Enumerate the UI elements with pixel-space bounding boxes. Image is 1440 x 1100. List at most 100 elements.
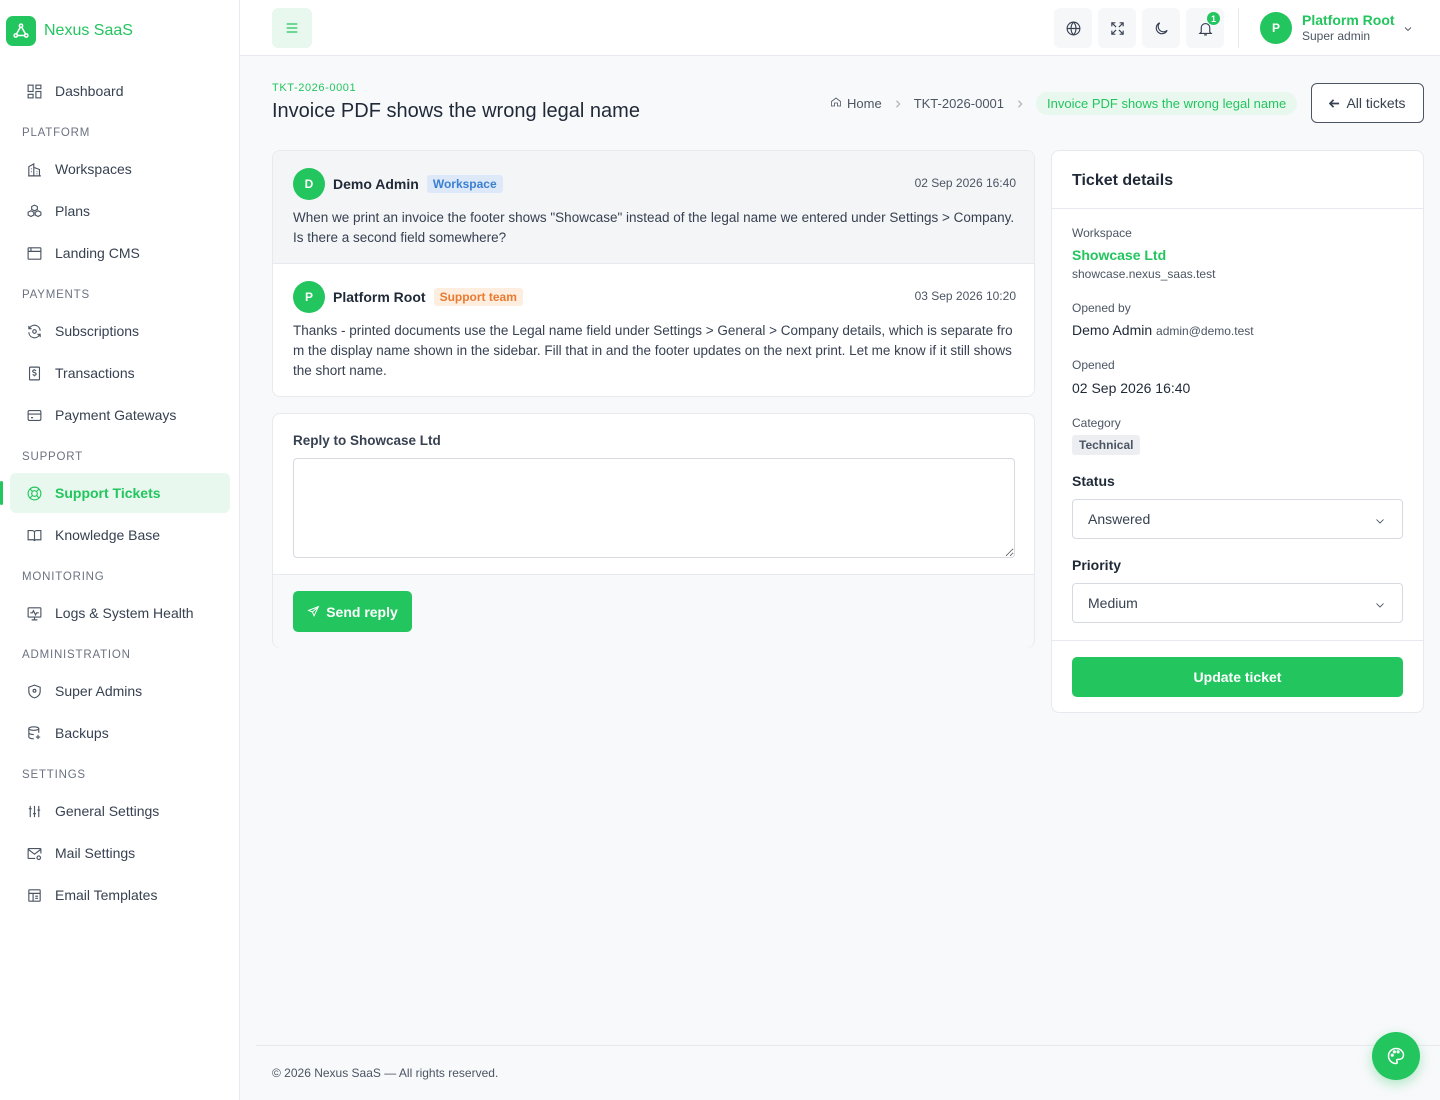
language-button[interactable] [1054, 8, 1092, 48]
details-title: Ticket details [1072, 172, 1174, 189]
topbar-divider [1238, 8, 1239, 48]
sidebar-item-transactions[interactable]: Transactions [10, 353, 230, 393]
divider [1052, 208, 1423, 209]
workspace-label: Workspace [1072, 226, 1132, 240]
sidebar-section-monitoring: MONITORING [22, 571, 105, 583]
breadcrumb-home[interactable]: Home [847, 96, 882, 111]
sidebar-nav: Dashboard PLATFORM Workspaces Plans Land… [0, 70, 240, 917]
priority-label: Priority [1072, 557, 1122, 573]
sidebar-item-general-settings[interactable]: General Settings [10, 791, 230, 831]
topbar: 1 P Platform Root Super admin [240, 0, 1440, 56]
opened-by-name: Demo Admin [1072, 322, 1153, 338]
sidebar-item-payment-gateways[interactable]: Payment Gateways [10, 395, 230, 435]
database-icon [28, 725, 41, 739]
author-role-badge: Support team [433, 288, 523, 306]
status-select[interactable]: Answered [1072, 499, 1403, 539]
sidebar-item-logs[interactable]: Logs & System Health [10, 593, 230, 633]
menu-toggle-button[interactable] [272, 8, 312, 48]
send-reply-button[interactable]: Send reply [293, 591, 412, 632]
category-label: Category [1072, 416, 1121, 430]
opened-by-value: Demo Admin admin@demo.test [1072, 322, 1254, 338]
sidebar-item-label: Plans [55, 203, 91, 219]
sidebar-item-label: Landing CMS [55, 245, 140, 261]
avatar: P [1260, 12, 1292, 44]
refresh-icon [28, 324, 41, 338]
reply-footer: Send reply [273, 574, 1034, 648]
message-item: D Demo Admin Workspace 02 Sep 2026 16:40… [273, 151, 1034, 264]
home-icon [830, 96, 847, 111]
sidebar-item-knowledge-base[interactable]: Knowledge Base [10, 515, 230, 555]
sidebar-item-super-admins[interactable]: Super Admins [10, 671, 230, 711]
status-select-value: Answered [1088, 511, 1151, 527]
reply-textarea[interactable] [293, 458, 1015, 558]
all-tickets-label: All tickets [1346, 95, 1406, 111]
send-icon [307, 605, 320, 618]
shield-icon [28, 684, 41, 698]
sidebar-item-support-tickets[interactable]: Support Tickets [0, 473, 230, 513]
opened-by-email: admin@demo.test [1156, 324, 1254, 338]
book-icon [27, 529, 42, 541]
theme-toggle-button[interactable] [1142, 8, 1180, 48]
notifications-button[interactable]: 1 [1186, 8, 1224, 48]
reply-label: Reply to Showcase Ltd [293, 433, 441, 448]
send-reply-label: Send reply [326, 603, 398, 620]
sidebar-item-dashboard[interactable]: Dashboard [10, 71, 230, 111]
sidebar-item-label: Workspaces [55, 161, 132, 177]
mail-gear-icon [27, 847, 42, 860]
details-footer: Update ticket [1052, 640, 1423, 713]
sidebar-item-label: Mail Settings [55, 845, 136, 861]
copyright-text: © 2026 Nexus SaaS — All rights reserved. [272, 1066, 499, 1080]
user-menu[interactable]: P Platform Root Super admin [1260, 12, 1395, 44]
dashboard-icon [27, 84, 42, 98]
fullscreen-icon [1110, 21, 1124, 35]
all-tickets-button[interactable]: All tickets [1311, 83, 1424, 123]
sidebar-section-platform: PLATFORM [22, 127, 91, 139]
sidebar-item-subscriptions[interactable]: Subscriptions [10, 311, 230, 351]
template-icon [28, 888, 41, 902]
sidebar-section-settings: SETTINGS [22, 769, 86, 781]
sidebar-item-mail-settings[interactable]: Mail Settings [10, 833, 230, 873]
brand[interactable]: Nexus SaaS [0, 0, 239, 62]
boxes-icon [27, 203, 42, 217]
sidebar-item-backups[interactable]: Backups [10, 713, 230, 753]
sidebar-item-label: Logs & System Health [55, 605, 194, 621]
sidebar-section-administration: ADMINISTRATION [22, 649, 131, 661]
priority-select-value: Medium [1088, 595, 1138, 611]
message-item: P Platform Root Support team 03 Sep 2026… [273, 264, 1034, 396]
breadcrumb-current: Invoice PDF shows the wrong legal name [1036, 91, 1298, 115]
sidebar-section-payments: PAYMENTS [22, 289, 90, 301]
chevron-down-icon [1376, 603, 1384, 608]
category-badge: Technical [1072, 435, 1141, 455]
priority-select[interactable]: Medium [1072, 583, 1403, 623]
browser-icon [27, 246, 42, 260]
theme-customizer-button[interactable] [1372, 1032, 1420, 1080]
page-footer: © 2026 Nexus SaaS — All rights reserved. [256, 1045, 1440, 1100]
chevron-right-icon [1016, 96, 1024, 111]
sidebar-item-workspaces[interactable]: Workspaces [10, 149, 230, 189]
chevron-down-icon [1404, 27, 1412, 32]
workspace-name-link[interactable]: Showcase Ltd [1072, 247, 1166, 263]
sidebar-item-label: Payment Gateways [55, 407, 177, 423]
moon-icon [1155, 21, 1168, 34]
sidebar-item-email-templates[interactable]: Email Templates [10, 875, 230, 915]
receipt-dollar-icon [28, 366, 41, 380]
messages-card: D Demo Admin Workspace 02 Sep 2026 16:40… [272, 150, 1035, 397]
avatar: D [293, 168, 325, 200]
notification-count-badge: 1 [1207, 12, 1220, 25]
reply-card: Reply to Showcase Ltd Send reply [272, 413, 1035, 648]
sidebar-item-plans[interactable]: Plans [10, 191, 230, 231]
sidebar: Nexus SaaS Dashboard PLATFORM Workspaces… [0, 0, 240, 1100]
breadcrumb-ticket[interactable]: TKT-2026-0001 [914, 96, 1004, 111]
update-ticket-button[interactable]: Update ticket [1072, 657, 1403, 697]
user-name: Platform Root [1302, 12, 1395, 28]
user-menu-caret[interactable] [1402, 22, 1414, 34]
fullscreen-button[interactable] [1098, 8, 1136, 48]
credit-card-icon [27, 409, 42, 421]
lifebuoy-icon [27, 486, 42, 500]
sidebar-item-landing-cms[interactable]: Landing CMS [10, 233, 230, 273]
sidebar-item-label: Transactions [55, 365, 135, 381]
opened-label: Opened [1072, 358, 1115, 372]
message-body: When we print an invoice the footer show… [293, 210, 1015, 245]
palette-icon [1387, 1047, 1405, 1065]
sidebar-item-label: Subscriptions [55, 323, 140, 339]
